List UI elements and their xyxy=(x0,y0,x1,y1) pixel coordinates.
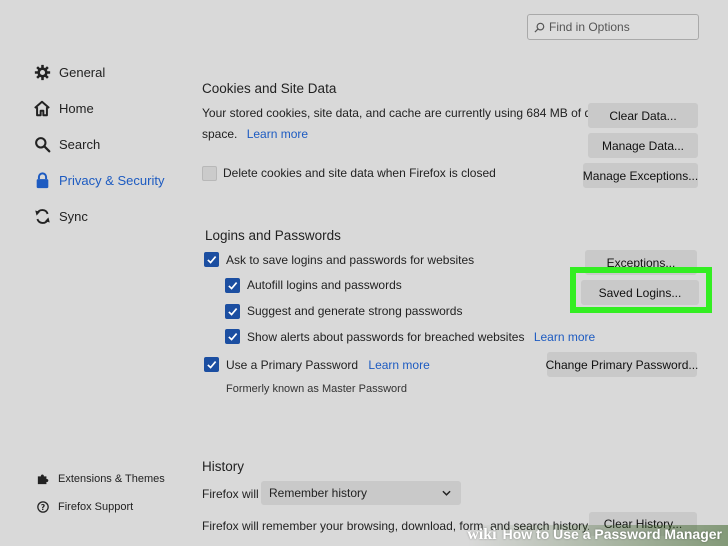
sidebar-item-label: Sync xyxy=(59,208,88,224)
manage-exceptions-button[interactable]: Manage Exceptions... xyxy=(583,163,698,188)
primary-password-learn-more-link[interactable]: Learn more xyxy=(368,358,429,372)
sync-icon xyxy=(33,207,51,225)
search-input[interactable]: Find in Options xyxy=(549,20,630,34)
sidebar-item-label: Search xyxy=(59,136,101,152)
search-box[interactable]: Find in Options xyxy=(527,14,699,40)
puzzle-icon xyxy=(36,472,49,485)
autofill-logins-checkbox[interactable] xyxy=(225,278,240,293)
cookies-learn-more-link[interactable]: Learn more xyxy=(247,127,308,141)
suggest-passwords-label: Suggest and generate strong passwords xyxy=(247,304,463,318)
sidebar-item-label: Home xyxy=(59,100,94,116)
history-mode-value: Remember history xyxy=(269,486,368,500)
checkmark-icon xyxy=(207,256,217,264)
change-primary-password-button[interactable]: Change Primary Password... xyxy=(546,352,698,377)
svg-text:?: ? xyxy=(40,503,44,512)
search-icon xyxy=(534,22,545,33)
lock-icon xyxy=(33,171,51,189)
history-will-label: Firefox will xyxy=(202,487,259,501)
cookies-description-space: space. xyxy=(202,127,238,141)
checkmark-icon xyxy=(228,308,238,316)
history-section-title: History xyxy=(202,459,245,474)
autofill-logins-label: Autofill logins and passwords xyxy=(247,278,402,292)
saved-logins-highlight xyxy=(570,267,712,313)
checkmark-icon xyxy=(228,333,238,341)
suggest-passwords-checkbox[interactable] xyxy=(225,304,240,319)
breach-alerts-checkbox[interactable] xyxy=(225,329,240,344)
cookies-description-line1: Your stored cookies, site data, and cach… xyxy=(202,106,606,120)
manage-data-button[interactable]: Manage Data... xyxy=(588,133,698,158)
sidebar-item-search[interactable]: Search xyxy=(33,135,100,153)
watermark-brand: wiki xyxy=(467,526,497,543)
history-mode-select[interactable]: Remember history xyxy=(261,481,461,505)
ask-save-logins-checkbox[interactable] xyxy=(204,252,219,267)
primary-password-text: Use a Primary Password xyxy=(226,358,359,372)
sidebar-item-label: General xyxy=(59,64,106,80)
logins-section-title: Logins and Passwords xyxy=(205,228,341,243)
checkmark-icon xyxy=(207,361,217,369)
sidebar-item-privacy-security[interactable]: Privacy & Security xyxy=(33,171,164,189)
sidebar-footer-label: Firefox Support xyxy=(58,500,134,513)
sidebar-footer-firefox-support[interactable]: ? Firefox Support xyxy=(36,500,133,513)
sidebar-item-home[interactable]: Home xyxy=(33,99,94,117)
delete-cookies-checkbox[interactable] xyxy=(202,166,217,181)
watermark-text: How to Use a Password Manager xyxy=(502,526,722,542)
clear-data-button[interactable]: Clear Data... xyxy=(588,103,698,128)
sidebar-footer-extensions-themes[interactable]: Extensions & Themes xyxy=(36,472,165,485)
formerly-master-password-note: Formerly known as Master Password xyxy=(226,383,407,395)
breach-alerts-learn-more-link[interactable]: Learn more xyxy=(534,330,595,344)
delete-cookies-label: Delete cookies and site data when Firefo… xyxy=(223,166,496,180)
sidebar-footer-label: Extensions & Themes xyxy=(58,472,165,485)
checkmark-icon xyxy=(228,282,238,290)
primary-password-label: Use a Primary Password Learn more xyxy=(226,358,430,372)
help-icon: ? xyxy=(36,500,49,513)
chevron-down-icon xyxy=(442,490,451,496)
cookies-description-line2: space. Learn more xyxy=(202,127,308,141)
breach-alerts-label: Show alerts about passwords for breached… xyxy=(247,330,595,344)
wikihow-watermark: wiki How to Use a Password Manager xyxy=(467,526,722,544)
gear-icon xyxy=(33,63,51,81)
primary-password-checkbox[interactable] xyxy=(204,357,219,372)
sidebar-item-general[interactable]: General xyxy=(33,63,105,81)
cookies-section-title: Cookies and Site Data xyxy=(202,81,337,96)
ask-save-logins-label: Ask to save logins and passwords for web… xyxy=(226,253,475,267)
search-icon xyxy=(33,135,51,153)
sidebar-item-label: Privacy & Security xyxy=(59,172,165,188)
breach-alerts-text: Show alerts about passwords for breached… xyxy=(247,330,525,344)
home-icon xyxy=(33,99,51,117)
sidebar-item-sync[interactable]: Sync xyxy=(33,207,88,225)
